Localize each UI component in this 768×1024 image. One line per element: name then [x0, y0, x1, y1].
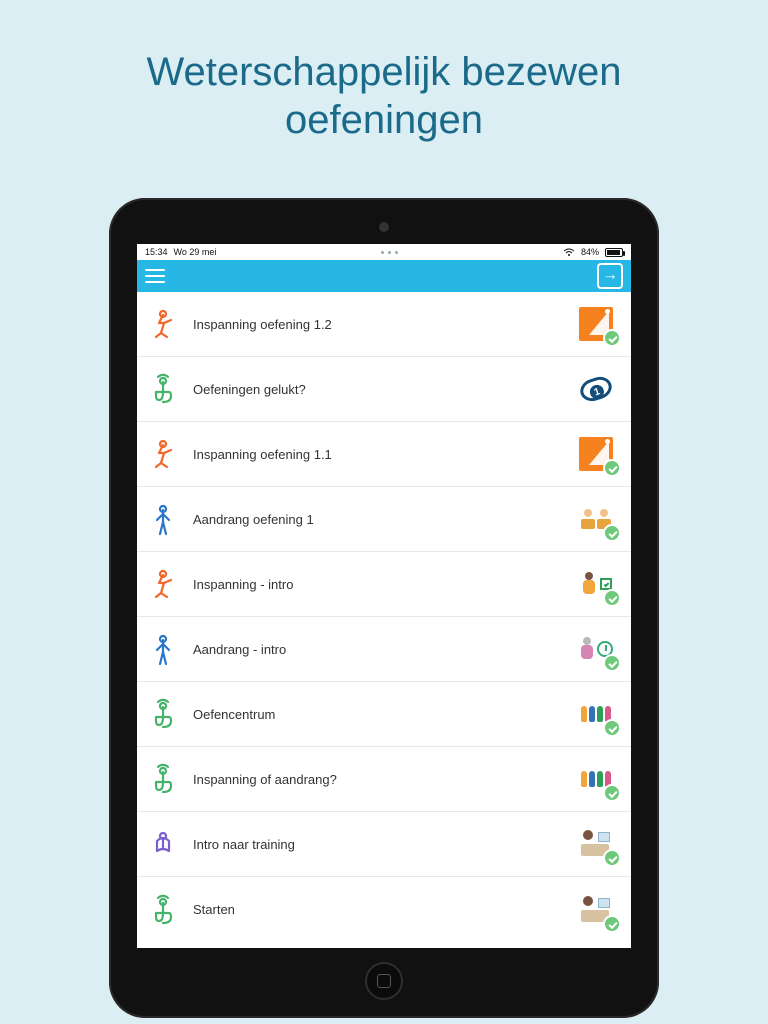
reading-icon — [147, 828, 179, 860]
status-center-dots — [381, 251, 398, 254]
status-time: 15:34 — [145, 247, 168, 257]
standing-icon — [147, 633, 179, 665]
exercise-row[interactable]: Inspanning oefening 1.2 — [137, 292, 631, 357]
row-thumbnail — [575, 498, 617, 540]
exercise-title: Oefeningen gelukt? — [193, 382, 561, 397]
page-title: Weterschappelijk bezewen oefeningen — [0, 0, 768, 144]
exercise-row[interactable]: Oefeningen gelukt? — [137, 357, 631, 422]
completed-check-icon — [603, 784, 621, 802]
completed-check-icon — [603, 329, 621, 347]
exercise-row[interactable]: Inspanning of aandrang? — [137, 747, 631, 812]
tap-icon — [147, 894, 179, 926]
tablet-frame: 15:34 Wo 29 mei 84% — [109, 198, 659, 1018]
completed-check-icon — [603, 719, 621, 737]
exercise-list: Inspanning oefening 1.2 Oefeningen gelukt… — [137, 292, 631, 948]
row-thumbnail — [575, 563, 617, 605]
app-navbar — [137, 260, 631, 292]
exercise-row[interactable]: Inspanning oefening 1.1 — [137, 422, 631, 487]
status-bar: 15:34 Wo 29 mei 84% — [137, 244, 631, 260]
row-thumbnail — [575, 433, 617, 475]
tap-icon — [147, 698, 179, 730]
app-screen: 15:34 Wo 29 mei 84% — [137, 244, 631, 948]
exercise-row[interactable]: Inspanning - intro — [137, 552, 631, 617]
menu-button[interactable] — [145, 269, 165, 283]
home-button[interactable] — [365, 962, 403, 1000]
row-thumbnail — [575, 693, 617, 735]
runner-icon — [147, 438, 179, 470]
row-thumbnail — [575, 628, 617, 670]
completed-check-icon — [603, 524, 621, 542]
exercise-title: Starten — [193, 902, 561, 917]
row-thumbnail — [575, 368, 617, 410]
battery-icon — [605, 248, 623, 257]
exercise-title: Aandrang - intro — [193, 642, 561, 657]
completed-check-icon — [603, 459, 621, 477]
completed-check-icon — [603, 915, 621, 933]
page-title-line1: Weterschappelijk bezewen — [146, 50, 621, 94]
page-title-line2: oefeningen — [285, 98, 483, 142]
exercise-title: Intro naar training — [193, 837, 561, 852]
wifi-icon — [563, 248, 575, 257]
exercise-title: Inspanning oefening 1.1 — [193, 447, 561, 462]
exit-button[interactable] — [597, 263, 623, 289]
standing-icon — [147, 503, 179, 535]
tablet-camera — [379, 222, 389, 232]
tap-icon — [147, 763, 179, 795]
exercise-row[interactable]: Aandrang - intro — [137, 617, 631, 682]
battery-percentage: 84% — [581, 247, 599, 257]
runner-icon — [147, 308, 179, 340]
exercise-row[interactable]: Oefencentrum — [137, 682, 631, 747]
row-thumbnail — [575, 823, 617, 865]
row-thumbnail — [575, 758, 617, 800]
runner-icon — [147, 568, 179, 600]
row-thumbnail — [575, 889, 617, 931]
exercise-title: Aandrang oefening 1 — [193, 512, 561, 527]
exercise-row[interactable]: Aandrang oefening 1 — [137, 487, 631, 552]
completed-check-icon — [603, 654, 621, 672]
exercise-title: Inspanning oefening 1.2 — [193, 317, 561, 332]
row-thumbnail — [575, 303, 617, 345]
exercise-row[interactable]: Intro naar training — [137, 812, 631, 877]
exercise-title: Oefencentrum — [193, 707, 561, 722]
completed-check-icon — [603, 589, 621, 607]
tap-icon — [147, 373, 179, 405]
exercise-title: Inspanning of aandrang? — [193, 772, 561, 787]
status-date: Wo 29 mei — [174, 247, 217, 257]
completed-check-icon — [603, 849, 621, 867]
exercise-row[interactable]: Starten — [137, 877, 631, 942]
exercise-title: Inspanning - intro — [193, 577, 561, 592]
